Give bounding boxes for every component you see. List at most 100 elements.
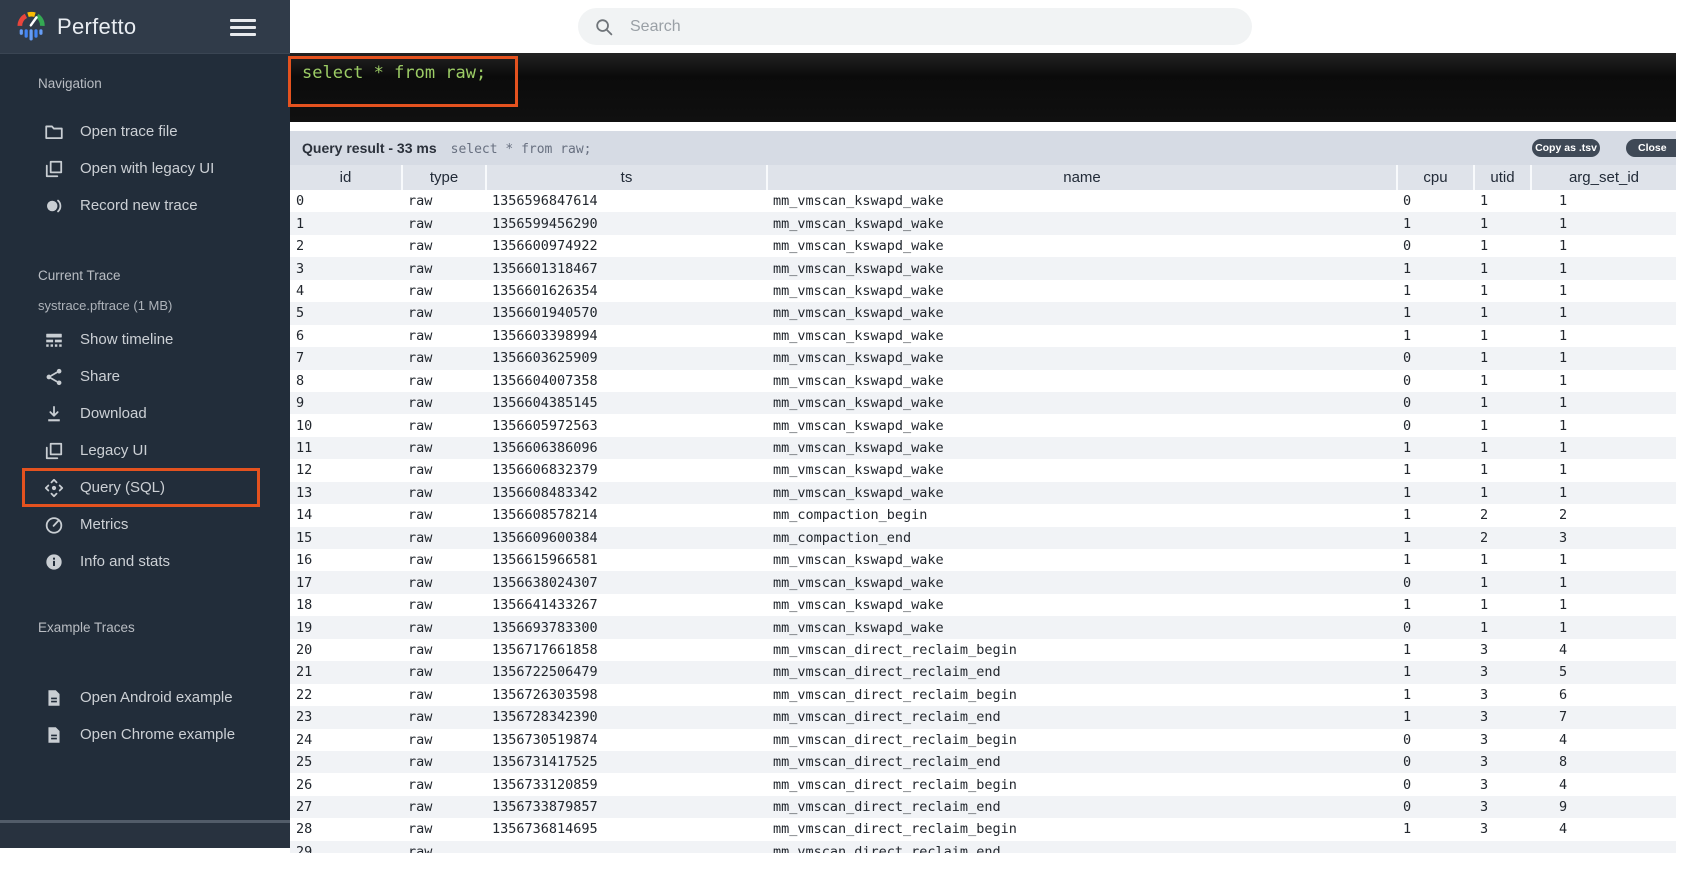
hamburger-icon[interactable]	[230, 19, 256, 36]
cell-utid: 1	[1480, 417, 1489, 434]
sidebar-footer-divider	[0, 820, 290, 848]
sidebar-nav: Navigation Open trace file Open with legac…	[0, 54, 290, 753]
column-header-ts: ts	[485, 165, 767, 190]
cell-arg: 1	[1559, 327, 1568, 344]
cell-cpu: 0	[1403, 776, 1412, 793]
cell-cpu: 1	[1403, 597, 1412, 614]
cell-type: raw	[402, 436, 486, 460]
app-window: Perfetto Navigation Open trace file Open w…	[0, 0, 1676, 853]
sidebar-item-share[interactable]: Share	[0, 358, 290, 395]
cell-arg: 5	[1531, 661, 1676, 684]
cell-type: raw	[408, 372, 433, 389]
table-row: 17 raw 1356638024307 mm_vmscan_kswapd_wake 0…	[290, 571, 1676, 594]
cell-utid: 3	[1480, 731, 1489, 748]
cell-id: 5	[290, 302, 402, 325]
sidebar-item-download[interactable]: Download	[0, 395, 290, 432]
sidebar-item-legacy-ui[interactable]: Legacy UI	[0, 432, 290, 469]
table-row: 9 raw 1356604385145 mm_vmscan_kswapd_wake 0 1…	[290, 391, 1676, 415]
sidebar-item-label: Open with legacy UI	[80, 160, 215, 177]
doc-icon	[44, 688, 64, 708]
cell-id: 9	[290, 391, 402, 415]
cell-name: mm_vmscan_direct_reclaim_begin	[773, 776, 1017, 793]
cell-cpu: 1	[1397, 302, 1474, 325]
sidebar-item-open-trace-file[interactable]: Open trace file	[0, 113, 290, 150]
cell-utid: 1	[1474, 212, 1531, 235]
sidebar-item-label: Metrics	[80, 516, 129, 533]
cell-cpu: 1	[1397, 661, 1474, 684]
cell-utid: 1	[1474, 436, 1531, 460]
table-row: 2 raw 1356600974922 mm_vmscan_kswapd_wake 0 1…	[290, 235, 1676, 257]
cell-type: raw	[402, 526, 486, 549]
cell-type: raw	[402, 391, 486, 415]
cell-ts: 1356599456290	[486, 212, 767, 235]
sidebar-item-query-sql[interactable]: Query (SQL)	[0, 468, 290, 507]
cell-utid: 1	[1474, 391, 1531, 415]
query-result-table-container[interactable]: id type ts name cpu utid arg_set_id 0 raw 135659…	[290, 165, 1676, 853]
cell-name: mm_compaction_end	[767, 526, 1397, 549]
sidebar-item-record-new-trace[interactable]: Record new trace	[0, 187, 290, 224]
cell-arg: 1	[1531, 212, 1676, 235]
cell-utid: 1	[1480, 282, 1489, 299]
cell-type: raw	[402, 302, 486, 325]
table-row: 16 raw 1356615966581 mm_vmscan_kswapd_wake 1…	[290, 549, 1676, 571]
cell-type: raw	[402, 257, 486, 280]
cell-id: 7	[290, 347, 402, 370]
sql-query-editor[interactable]: select * from raw;	[288, 53, 1676, 122]
cell-type: raw	[408, 821, 433, 838]
cell-utid: 1	[1480, 372, 1489, 389]
table-row: 23 raw 1356728342390 mm_vmscan_direct_recla…	[290, 706, 1676, 729]
query-result-header: Query result - 33 ms select * from raw; …	[290, 131, 1676, 165]
cell-cpu: 1	[1403, 462, 1412, 479]
cell-arg: 1	[1559, 597, 1568, 614]
search-box[interactable]	[578, 8, 1252, 45]
cell-type: raw	[402, 571, 486, 594]
sidebar-item-open-with-legacy-ui[interactable]: Open with legacy UI	[0, 150, 290, 187]
sidebar-item-label: Open Android example	[80, 689, 233, 706]
sidebar-item-metrics[interactable]: Metrics	[0, 506, 290, 543]
cell-utid	[1474, 840, 1531, 853]
cell-cpu: 1	[1397, 436, 1474, 460]
cell-type: raw	[408, 462, 433, 479]
cell-arg: 8	[1531, 750, 1676, 774]
sidebar-item-open-chrome-example[interactable]: Open Chrome example	[0, 716, 290, 753]
cell-utid: 1	[1480, 462, 1489, 479]
sidebar-item-label: Legacy UI	[80, 442, 148, 459]
perfetto-logo-icon	[14, 7, 48, 46]
record-icon	[44, 196, 64, 216]
cell-ts: 1356722506479	[486, 661, 767, 684]
layers-icon	[44, 159, 64, 179]
sidebar-item-open-android-example[interactable]: Open Android example	[0, 679, 290, 716]
search-input[interactable]	[628, 16, 1236, 37]
cell-cpu: 1	[1403, 552, 1412, 569]
cell-id: 23	[290, 706, 402, 729]
cell-name: mm_vmscan_kswapd_wake	[773, 282, 944, 299]
cell-utid: 3	[1474, 706, 1531, 729]
sidebar-item-show-timeline[interactable]: Show timeline	[0, 321, 290, 358]
table-row: 20 raw 1356717661858 mm_vmscan_direct_recla…	[290, 639, 1676, 661]
cell-cpu: 1	[1397, 481, 1474, 505]
close-button[interactable]: Close	[1626, 139, 1676, 157]
cell-id: 18	[296, 597, 313, 614]
column-header-id: id	[290, 165, 402, 190]
sidebar-item-info-and-stats[interactable]: Info and stats	[0, 543, 290, 580]
cell-arg	[1531, 840, 1676, 853]
table-row: 22 raw 1356726303598 mm_vmscan_direct_recla…	[290, 684, 1676, 706]
cell-utid: 3	[1480, 821, 1489, 838]
cell-ts: 1356731417525	[486, 750, 767, 774]
cell-arg: 9	[1531, 795, 1676, 819]
cell-arg: 1	[1531, 391, 1676, 415]
cell-arg: 2	[1559, 507, 1568, 524]
section-label-navigation: Navigation	[38, 76, 102, 91]
section-label-example-traces: Example Traces	[38, 620, 135, 635]
sidebar-item-label: Share	[80, 368, 121, 385]
section-label-current-trace: Current Trace	[38, 268, 121, 283]
table-row: 1 raw 1356599456290 mm_vmscan_kswapd_wake 1 1…	[290, 212, 1676, 235]
copy-as-tsv-button[interactable]: Copy as .tsv	[1532, 139, 1600, 157]
cell-cpu: 0	[1403, 372, 1412, 389]
topbar	[290, 0, 1676, 53]
current-trace-name: systrace.pftrace (1 MB)	[38, 298, 173, 313]
cell-name: mm_vmscan_kswapd_wake	[767, 347, 1397, 370]
query-result-title: Query result - 33 ms	[302, 140, 437, 156]
sidebar-item-label: Open trace file	[80, 123, 178, 140]
cell-arg: 1	[1559, 417, 1568, 434]
